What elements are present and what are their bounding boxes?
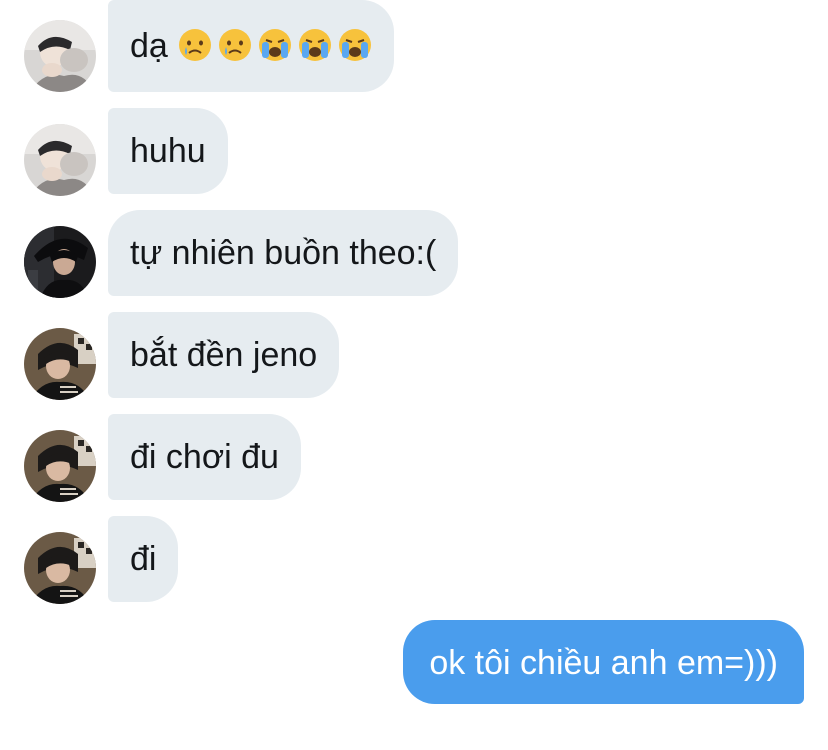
message-bubble: huhu: [108, 108, 228, 194]
message-text: tự nhiên buồn theo:(: [130, 234, 437, 272]
avatar[interactable]: [24, 328, 96, 400]
message-bubble: đi: [108, 516, 179, 602]
message-text: bắt đền jeno: [130, 336, 318, 374]
message-bubble: đi chơi đu: [108, 414, 301, 500]
message-bubble: dạ: [108, 0, 394, 92]
avatar[interactable]: [24, 124, 96, 196]
message-text: dạ: [130, 27, 168, 65]
loudly-crying-face-icon: [298, 29, 331, 61]
loudly-crying-face-icon: [338, 29, 371, 61]
outgoing-message-bubble: ok tôi chiều anh em=))): [403, 620, 804, 704]
message-text: ok tôi chiều anh em=))): [429, 644, 778, 682]
avatar[interactable]: [24, 430, 96, 502]
message-text: huhu: [130, 132, 206, 170]
message-bubble: tự nhiên buồn theo:(: [108, 210, 459, 296]
avatar[interactable]: [24, 20, 96, 92]
crying-face-icon: [178, 29, 211, 61]
message-text: đi: [130, 540, 157, 578]
avatar[interactable]: [24, 532, 96, 604]
avatar[interactable]: [24, 226, 96, 298]
message-text: đi chơi đu: [130, 438, 279, 476]
crying-face-icon: [218, 29, 251, 61]
message-bubble: bắt đền jeno: [108, 312, 340, 398]
loudly-crying-face-icon: [258, 29, 291, 61]
